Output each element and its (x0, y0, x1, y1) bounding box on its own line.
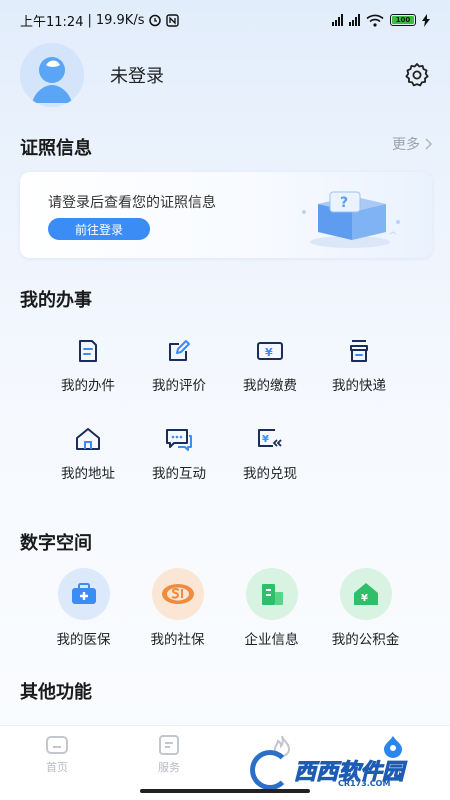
task-item-label: 我的快递 (332, 378, 386, 394)
task-item-label: 我的办件 (61, 378, 115, 394)
document-icon (79, 340, 97, 362)
house-icon (76, 428, 100, 450)
task-item-payments[interactable]: ¥ 我的缴费 (225, 336, 315, 394)
space-item-label: 我的社保 (150, 632, 205, 648)
space-item-social-security[interactable]: 我的社保 (130, 568, 225, 648)
status-speed: 19.9K/s (95, 12, 145, 28)
watermark-sub: CR173.COM (338, 779, 391, 788)
svg-text:?: ? (340, 195, 348, 211)
housing-fund-icon: ¥ (353, 583, 378, 605)
cert-section-title: 证照信息 (20, 138, 92, 159)
space-item-enterprise[interactable]: 企业信息 (224, 568, 319, 648)
nav-label: 首页 (46, 761, 68, 774)
home-indicator (140, 789, 310, 793)
go-login-button[interactable]: 前往登录 (48, 218, 150, 240)
chevron-right-icon (425, 138, 432, 150)
other-section-title: 其他功能 (20, 682, 92, 703)
settings-button[interactable] (402, 60, 432, 90)
svg-text:¥: ¥ (265, 346, 273, 359)
task-item-label: 我的缴费 (243, 378, 297, 394)
empty-box-icon: ? (302, 191, 400, 248)
space-item-label: 我的医保 (56, 632, 111, 648)
task-item-redeem[interactable]: ¥ 我的兑现 (225, 424, 315, 482)
task-item-cases[interactable]: 我的办件 (43, 336, 133, 394)
cert-more-link[interactable]: 更多 (392, 134, 432, 154)
status-bar: 上午11:24 | 19.9K/s 100 (0, 0, 450, 40)
task-item-reviews[interactable]: 我的评价 (134, 336, 224, 394)
package-icon (350, 340, 368, 362)
space-item-medical[interactable]: 我的医保 (36, 568, 131, 648)
medical-kit-icon (71, 583, 96, 604)
status-time: 上午11:24 (20, 14, 84, 30)
nav-home[interactable]: 首页 (27, 734, 87, 775)
signal-icon (349, 14, 360, 26)
signal-icon (332, 14, 343, 26)
cert-prompt: 请登录后查看您的证照信息 (48, 195, 216, 211)
chat-icon (166, 429, 192, 451)
svg-text:¥: ¥ (361, 593, 368, 604)
home-icon (46, 736, 68, 754)
cert-card: 请登录后查看您的证照信息 前往登录 ? (20, 172, 432, 258)
space-item-label: 我的公积金 (331, 632, 400, 648)
service-icon (159, 735, 179, 755)
svg-text:¥: ¥ (262, 434, 269, 445)
user-header: 未登录 (20, 43, 432, 107)
watermark-logo: 西西软件园 CR173.COM (250, 745, 450, 795)
digital-section-title: 数字空间 (20, 533, 92, 554)
avatar[interactable] (20, 43, 84, 107)
battery-icon: 100 (390, 14, 416, 26)
building-icon (261, 584, 283, 605)
gear-icon (405, 63, 429, 87)
task-item-label: 我的评价 (152, 378, 206, 394)
wifi-icon (366, 14, 384, 27)
tasks-section-title: 我的办事 (20, 290, 92, 311)
social-security-icon (161, 584, 194, 604)
space-item-housing-fund[interactable]: ¥ 我的公积金 (318, 568, 413, 648)
more-label: 更多 (392, 137, 420, 153)
space-item-label: 企业信息 (244, 632, 299, 648)
charging-icon (422, 13, 430, 27)
task-item-interaction[interactable]: 我的互动 (134, 424, 224, 482)
user-name[interactable]: 未登录 (110, 62, 164, 88)
task-item-label: 我的兑现 (243, 466, 297, 482)
nav-label: 服务 (158, 761, 180, 774)
task-item-address[interactable]: 我的地址 (43, 424, 133, 482)
edit-icon (169, 340, 190, 361)
task-item-label: 我的地址 (61, 466, 115, 482)
alarm-icon (149, 14, 162, 27)
task-item-label: 我的互动 (152, 466, 206, 482)
cash-return-icon: ¥ (258, 429, 282, 447)
yuan-bill-icon: ¥ (257, 342, 283, 360)
task-item-express[interactable]: 我的快递 (314, 336, 404, 394)
nfc-icon (166, 13, 180, 27)
nav-service[interactable]: 服务 (139, 734, 199, 775)
